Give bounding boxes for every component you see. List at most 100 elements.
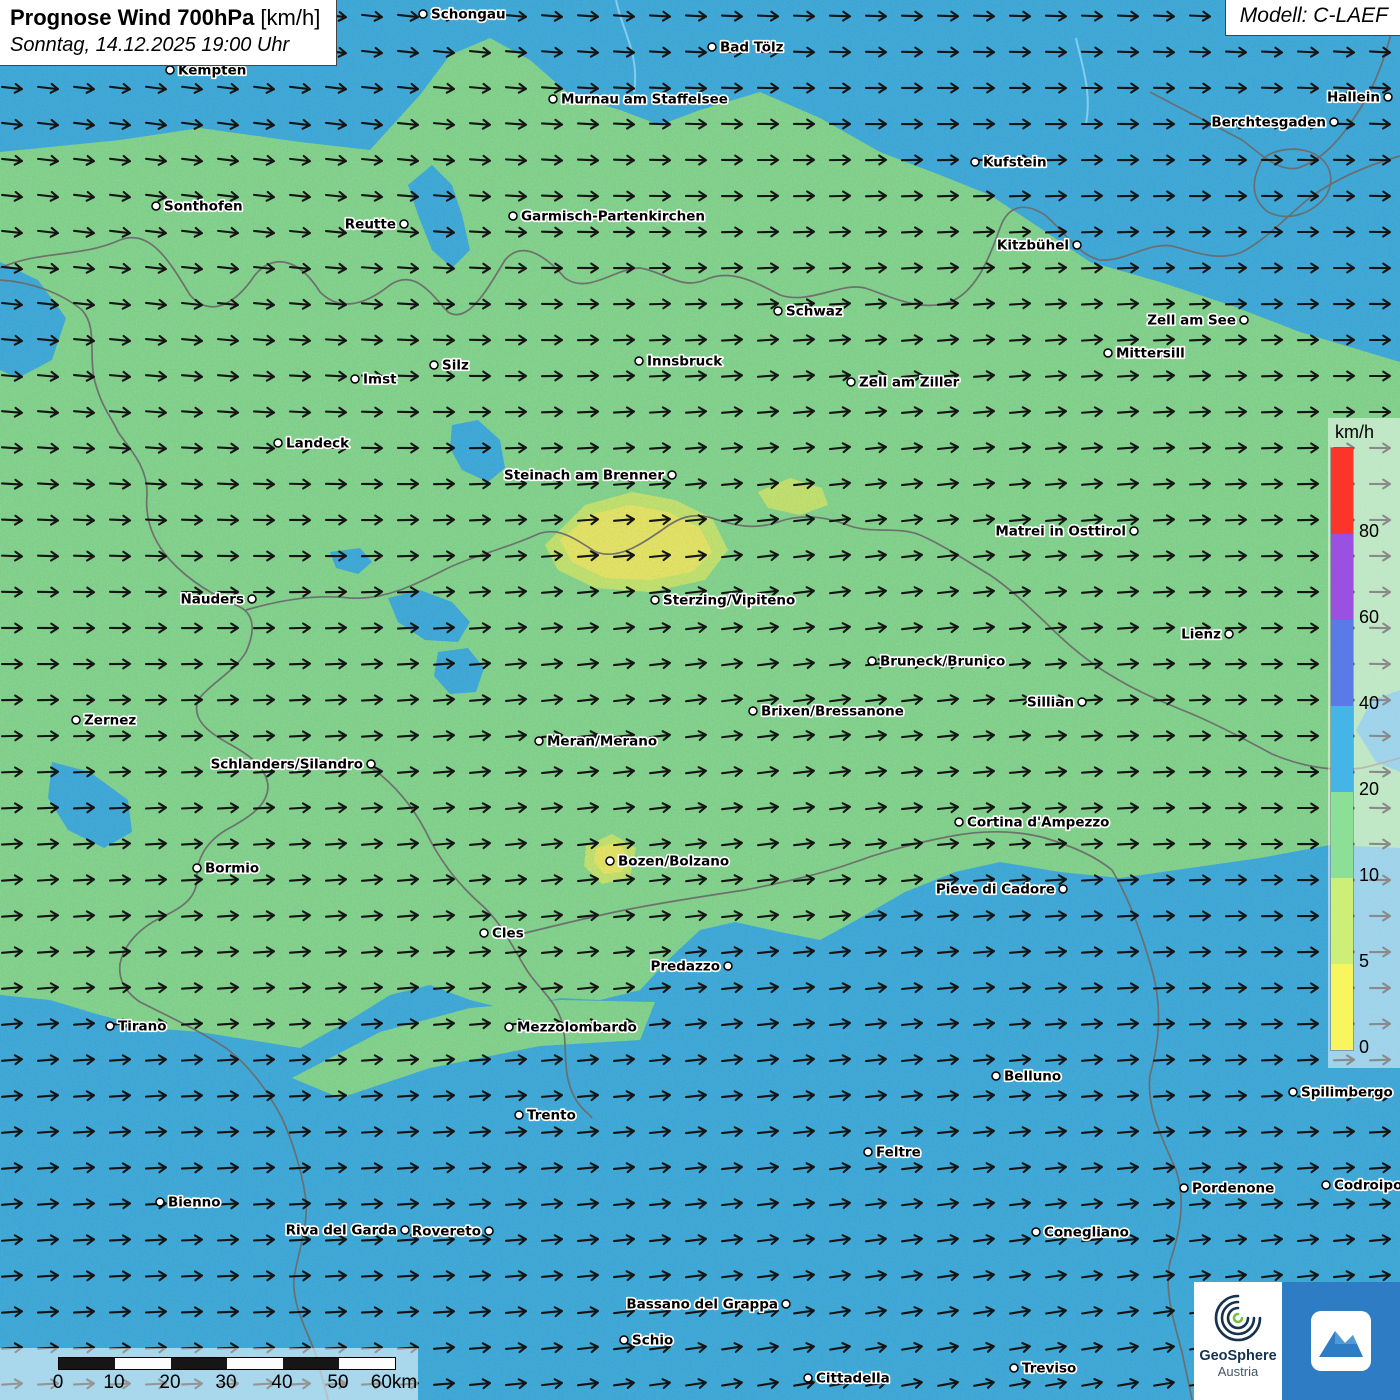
city-label: Feltre <box>876 1145 921 1161</box>
city-marker <box>419 10 427 18</box>
city-marker <box>635 357 643 365</box>
branding: GeoSphere Austria <box>1194 1282 1400 1400</box>
city-marker <box>549 95 557 103</box>
legend-tick-label: 80 <box>1359 521 1379 542</box>
wind-speed-legend: km/h 806040201050 <box>1328 418 1400 1068</box>
city-marker <box>72 716 80 724</box>
city-label: Schongau <box>431 7 506 23</box>
geosphere-swirl-icon <box>1210 1290 1266 1346</box>
scale-label: 30 <box>215 1372 236 1394</box>
title-unit: [km/h] <box>254 5 320 30</box>
city-marker <box>485 1227 493 1235</box>
city-label: Sillian <box>1027 695 1074 711</box>
city-label: Rovereto <box>412 1224 481 1240</box>
legend-segment <box>1331 792 1353 878</box>
city-marker <box>248 595 256 603</box>
forecast-map-page: SchongauBad TölzKemptenMurnau am Staffel… <box>0 0 1400 1400</box>
legend-segment <box>1331 964 1353 1050</box>
model-label: Modell: C-LAEF <box>1225 0 1400 36</box>
city-marker <box>351 375 359 383</box>
city-label: Brixen/Bressanone <box>761 704 904 720</box>
legend-tick-label: 40 <box>1359 693 1379 714</box>
city-label: Garmisch-Partenkirchen <box>521 209 705 225</box>
city-label: Steinach am Brenner <box>504 468 664 484</box>
city-label: Bassano del Grappa <box>626 1297 778 1313</box>
legend-segment <box>1331 448 1353 534</box>
map-scale-bar: 0102030405060km <box>0 1348 418 1400</box>
city-label: Mezzolombardo <box>517 1020 637 1036</box>
legend-tick-label: 60 <box>1359 607 1379 628</box>
city-marker <box>505 1023 513 1031</box>
city-label: Innsbruck <box>647 354 723 370</box>
city-label: Berchtesgaden <box>1211 115 1326 131</box>
brand-region: Austria <box>1218 1364 1258 1379</box>
scale-label: 40 <box>271 1372 292 1394</box>
scale-segment <box>115 1358 171 1369</box>
city-marker <box>1384 93 1392 101</box>
city-marker <box>193 864 201 872</box>
city-marker <box>708 43 716 51</box>
city-label: Bad Tölz <box>720 40 784 56</box>
scale-segment <box>339 1358 395 1369</box>
wind-map: SchongauBad TölzKemptenMurnau am Staffel… <box>0 0 1400 1400</box>
city-marker <box>774 307 782 315</box>
city-marker <box>992 1072 1000 1080</box>
city-label: Tirano <box>118 1019 167 1035</box>
city-label: Silz <box>442 358 469 374</box>
city-label: Trento <box>527 1108 576 1124</box>
city-marker <box>1073 241 1081 249</box>
city-marker <box>1289 1088 1297 1096</box>
city-label: Pordenone <box>1192 1181 1274 1197</box>
city-label: Zell am Ziller <box>859 375 960 391</box>
city-label: Spilimbergo <box>1301 1085 1393 1101</box>
city-label: Riva del Garda <box>286 1223 397 1239</box>
city-label: Reutte <box>345 217 396 233</box>
legend-color-bar <box>1330 447 1354 1051</box>
legend-tick-label: 10 <box>1359 865 1379 886</box>
legend-segment <box>1331 706 1353 792</box>
city-marker <box>401 1226 409 1234</box>
page-title: Prognose Wind 700hPa [km/h] <box>10 5 320 31</box>
city-label: Cles <box>492 926 524 942</box>
city-label: Kufstein <box>983 155 1047 171</box>
scale-bar-segments <box>58 1357 396 1370</box>
city-label: Bozen/Bolzano <box>618 854 729 870</box>
scale-label: 10 <box>103 1372 124 1394</box>
city-marker <box>651 596 659 604</box>
city-marker <box>749 707 757 715</box>
city-label: Murnau am Staffelsee <box>561 92 728 108</box>
city-marker <box>1240 316 1248 324</box>
city-label: Meran/Merano <box>547 734 657 750</box>
city-label: Matrei in Osttirol <box>995 524 1126 540</box>
legend-tick-label: 0 <box>1359 1037 1369 1058</box>
city-label: Lienz <box>1181 627 1221 643</box>
city-label: Cittadella <box>816 1371 890 1387</box>
city-marker <box>274 439 282 447</box>
city-marker <box>1322 1181 1330 1189</box>
legend-unit-label: km/h <box>1335 422 1374 443</box>
scale-label: 50 <box>327 1372 348 1394</box>
city-label: Bormio <box>205 861 259 877</box>
legend-segment <box>1331 620 1353 706</box>
city-marker <box>620 1336 628 1344</box>
city-marker <box>1130 527 1138 535</box>
city-label: Conegliano <box>1044 1225 1129 1241</box>
city-label: Codroipo <box>1334 1178 1400 1194</box>
city-label: Nauders <box>180 592 244 608</box>
city-label: Zernez <box>84 713 136 729</box>
forecast-datetime: Sonntag, 14.12.2025 19:00 Uhr <box>10 33 320 57</box>
city-label: Pieve di Cadore <box>936 882 1055 898</box>
city-marker <box>106 1022 114 1030</box>
city-marker <box>1010 1364 1018 1372</box>
city-label: Schio <box>632 1333 673 1349</box>
city-label: Schwaz <box>786 304 843 320</box>
city-label: Landeck <box>286 436 350 452</box>
city-marker <box>971 158 979 166</box>
scale-label: 60km <box>371 1372 417 1394</box>
legend-tick-label: 20 <box>1359 779 1379 800</box>
city-marker <box>400 220 408 228</box>
scale-segment <box>59 1358 115 1369</box>
city-label: Cortina d'Ampezzo <box>967 815 1109 831</box>
city-marker <box>782 1300 790 1308</box>
brand-name: GeoSphere <box>1199 1348 1276 1364</box>
